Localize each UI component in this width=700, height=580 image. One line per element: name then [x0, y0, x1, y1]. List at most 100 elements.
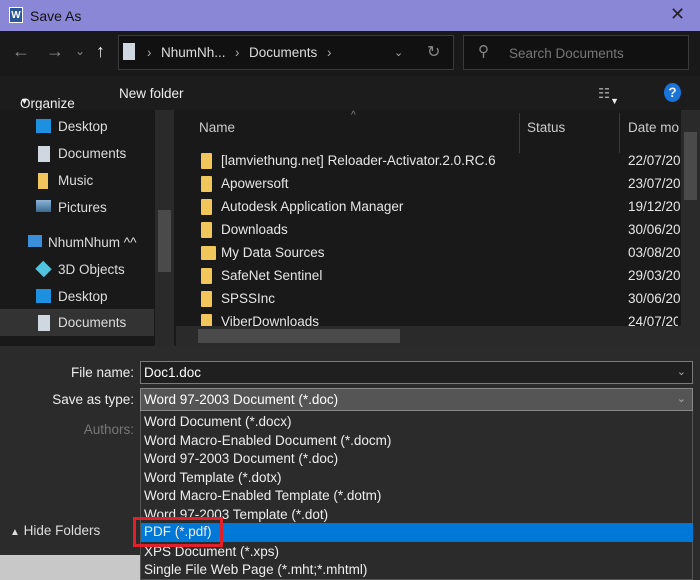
dropdown-option[interactable]: Word 97-2003 Template (*.dot) — [141, 506, 693, 525]
scrollbar-thumb[interactable] — [684, 132, 697, 200]
file-date: 03/08/20 — [628, 245, 688, 260]
up-button[interactable]: ↑ — [96, 41, 105, 62]
breadcrumb-item[interactable]: NhumNh... — [161, 45, 226, 60]
recent-locations-button[interactable]: ⌄ — [75, 44, 85, 58]
dropdown-option[interactable]: Word Macro-Enabled Document (*.docm) — [141, 432, 693, 451]
folder-icon — [201, 314, 212, 326]
dropdown-option[interactable]: Word Document (*.docx) — [141, 413, 693, 432]
dropdown-option[interactable]: Word 97-2003 Document (*.doc) — [141, 450, 693, 469]
sidebar-item-desktop[interactable]: Desktop — [0, 283, 154, 310]
hide-folders-label: Hide Folders — [24, 523, 101, 538]
folder-icon — [38, 173, 48, 189]
hide-folders-button[interactable]: ▲ Hide Folders — [10, 523, 100, 538]
sidebar-item-music[interactable]: Music — [0, 167, 154, 194]
list-item[interactable]: My Data Sources03/08/20 — [198, 242, 678, 265]
dropdown-option[interactable]: Single File Web Page (*.mht;*.mhtml) — [141, 561, 693, 580]
file-name-label: File name: — [0, 365, 134, 380]
file-date: 23/07/20 — [628, 176, 688, 191]
file-name: My Data Sources — [221, 245, 325, 260]
title-bar: W Save As ✕ — [0, 0, 700, 31]
search-box[interactable]: ⚲ Search Documents — [463, 35, 689, 70]
sidebar-item-pictures[interactable]: Pictures — [0, 194, 154, 221]
navigation-pane: Desktop Documents Music Pictures NhumNhu… — [0, 110, 176, 346]
sidebar-item-label: Pictures — [58, 200, 107, 215]
dropdown-option-pdf[interactable]: PDF (*.pdf) — [141, 523, 693, 542]
pictures-icon — [36, 200, 51, 212]
folder-icon — [201, 222, 212, 238]
sidebar-scrollbar[interactable] — [155, 110, 174, 346]
file-name: SPSSInc — [221, 291, 275, 306]
documents-icon — [38, 146, 50, 162]
sidebar-item-3d-objects[interactable]: 3D Objects — [0, 256, 154, 283]
column-header-date[interactable]: Date mo — [628, 120, 680, 135]
forward-button[interactable]: → — [46, 41, 64, 62]
list-item[interactable]: SPSSInc30/06/20 — [198, 288, 678, 311]
desktop-icon — [36, 289, 51, 303]
file-date: 29/03/20 — [628, 268, 688, 283]
sidebar-item-label: Documents — [58, 146, 126, 161]
sidebar-item-desktop[interactable]: Desktop — [0, 113, 154, 140]
folder-icon — [201, 199, 212, 215]
sidebar-item-documents[interactable]: Documents — [0, 140, 154, 167]
dropdown-option[interactable]: Word Macro-Enabled Template (*.dotm) — [141, 487, 693, 506]
list-item[interactable]: [lamviethung.net] Reloader-Activator.2.0… — [198, 150, 678, 173]
column-header-status[interactable]: Status — [527, 120, 565, 135]
chevron-down-icon[interactable]: ⌄ — [677, 392, 686, 405]
file-date: 24/07/20 — [628, 314, 678, 326]
chevron-down-icon[interactable]: ⌄ — [677, 365, 686, 378]
toolbar: Organize ▼ New folder ☷ ▼ ? — [0, 76, 700, 110]
folder-icon — [201, 176, 212, 192]
sidebar-item-this-pc[interactable]: NhumNhum ^^ — [0, 229, 154, 256]
sidebar-item-label: Desktop — [58, 119, 108, 134]
file-date: 30/06/20 — [628, 291, 688, 306]
desktop-icon — [36, 119, 51, 133]
back-button[interactable]: ← — [12, 41, 30, 62]
file-name: Apowersoft — [221, 176, 289, 191]
chevron-up-icon: ▲ — [10, 527, 20, 538]
list-item[interactable]: Autodesk Application Manager19/12/20 — [198, 196, 678, 219]
dropdown-option[interactable]: XPS Document (*.xps) — [141, 543, 693, 562]
refresh-icon[interactable]: ↻ — [427, 42, 440, 62]
sidebar-item-label: Desktop — [58, 289, 108, 304]
save-as-type-label: Save as type: — [0, 392, 134, 407]
list-item[interactable]: SafeNet Sentinel29/03/20 — [198, 265, 678, 288]
save-as-type-select[interactable]: Word 97-2003 Document (*.doc) ⌄ — [140, 388, 693, 411]
file-name: Autodesk Application Manager — [221, 199, 403, 214]
file-list-horizontal-scrollbar[interactable] — [176, 326, 700, 346]
help-button[interactable]: ? — [664, 83, 681, 102]
sidebar-item-label: 3D Objects — [58, 262, 125, 277]
file-name-input[interactable]: Doc1.doc ⌄ — [140, 361, 693, 384]
address-dropdown-icon[interactable]: ⌄ — [394, 46, 403, 59]
search-icon: ⚲ — [478, 42, 489, 60]
breadcrumb-item[interactable]: Documents — [249, 45, 317, 60]
sidebar-item-label: Music — [58, 173, 93, 188]
list-item[interactable]: ViberDownloads 24/07/20 — [198, 311, 678, 326]
address-bar[interactable]: › NhumNh... › Documents › ⌄ ↻ — [118, 35, 454, 70]
search-input[interactable]: Search Documents — [509, 46, 624, 61]
list-item[interactable]: Apowersoft23/07/20 — [198, 173, 678, 196]
caret-down-icon: ▼ — [20, 96, 29, 106]
file-list: ^ Name Status Date mo [lamviethung.net] … — [176, 110, 700, 346]
file-name: [lamviethung.net] Reloader-Activator.2.0… — [221, 153, 496, 168]
annotation-highlight-box — [133, 517, 223, 547]
column-header-name[interactable]: Name — [199, 120, 235, 135]
scrollbar-thumb[interactable] — [198, 329, 400, 343]
close-button[interactable]: ✕ — [670, 4, 685, 25]
file-name: ViberDownloads — [221, 314, 319, 326]
file-list-vertical-scrollbar[interactable] — [681, 110, 700, 326]
dropdown-option[interactable]: Word Template (*.dotx) — [141, 469, 693, 488]
view-options-icon[interactable]: ☷ ▼ — [598, 86, 610, 102]
file-date: 30/06/20 — [628, 222, 688, 237]
new-folder-button[interactable]: New folder — [119, 86, 184, 101]
list-item[interactable]: Downloads30/06/20 — [198, 219, 678, 242]
data-sources-folder-icon — [201, 246, 216, 260]
save-as-type-dropdown: Word Document (*.docx) Word Macro-Enable… — [140, 411, 693, 580]
sidebar-item-label: Documents — [58, 315, 126, 330]
sidebar-item-label: NhumNhum ^^ — [48, 235, 136, 250]
sidebar-item-documents[interactable]: Documents — [0, 309, 154, 336]
computer-icon — [28, 235, 42, 247]
folder-icon — [201, 153, 212, 169]
folder-icon — [201, 268, 212, 284]
scrollbar-thumb[interactable] — [158, 210, 171, 272]
background-window — [0, 555, 140, 580]
